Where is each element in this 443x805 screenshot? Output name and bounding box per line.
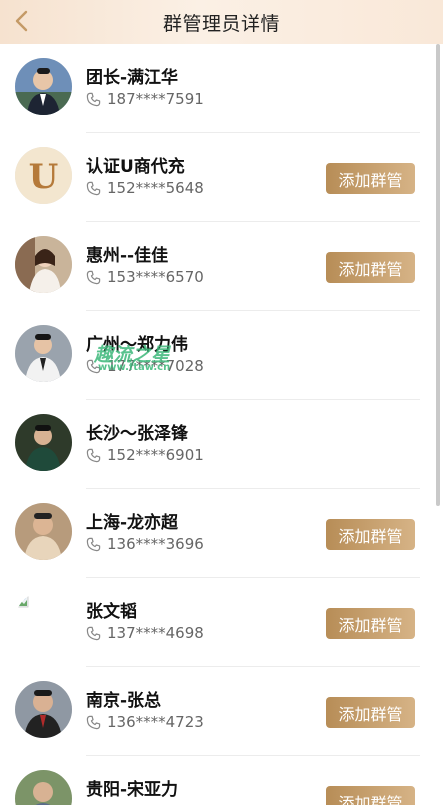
page-title: 群管理员详情 bbox=[162, 12, 280, 35]
top-nav-bar: 群管理员详情 bbox=[0, 0, 443, 44]
phone-number: 152****5648 bbox=[107, 179, 204, 197]
scrollbar-thumb[interactable] bbox=[436, 44, 440, 506]
list-item: 团长-满江华 187****7591 bbox=[0, 44, 430, 133]
member-name: 张文韬 bbox=[86, 602, 137, 622]
back-button[interactable] bbox=[8, 7, 36, 35]
phone-icon bbox=[86, 537, 101, 551]
chevron-left-icon bbox=[15, 10, 28, 32]
phone-icon bbox=[86, 92, 101, 106]
avatar: U bbox=[15, 147, 72, 204]
add-admin-button[interactable]: 添加群管 bbox=[326, 786, 415, 805]
member-name: 南京-张总 bbox=[86, 691, 162, 711]
admin-list: 团长-满江华 187****7591 U 认证U商代充 152****5648 … bbox=[0, 44, 443, 805]
phone-icon bbox=[86, 359, 101, 373]
member-phone: 152****6901 bbox=[86, 446, 204, 464]
add-admin-button[interactable]: 添加群管 bbox=[326, 163, 415, 194]
member-phone: 136****4723 bbox=[86, 713, 204, 731]
list-item: 广州～郑力伟 177****7028 bbox=[0, 311, 430, 400]
phone-number: 136****4723 bbox=[107, 713, 204, 731]
avatar bbox=[15, 592, 72, 649]
add-admin-button[interactable]: 添加群管 bbox=[326, 697, 415, 728]
phone-number: 153****6570 bbox=[107, 268, 204, 286]
list-item: 贵阳-宋亚力 添加群管 bbox=[0, 756, 430, 805]
list-item: 上海-龙亦超 136****3696 添加群管 bbox=[0, 489, 430, 578]
phone-icon bbox=[86, 626, 101, 640]
list-item: 长沙～张泽锋 152****6901 bbox=[0, 400, 430, 489]
list-item: 张文韬 137****4698 添加群管 bbox=[0, 578, 430, 667]
member-name: 惠州--佳佳 bbox=[86, 246, 169, 266]
add-admin-button[interactable]: 添加群管 bbox=[326, 519, 415, 550]
avatar bbox=[15, 58, 72, 115]
member-name: 长沙～张泽锋 bbox=[86, 424, 188, 444]
member-phone: 187****7591 bbox=[86, 90, 204, 108]
list-item: U 认证U商代充 152****5648 添加群管 bbox=[0, 133, 430, 222]
member-phone: 137****4698 bbox=[86, 624, 204, 642]
member-name: 团长-满江华 bbox=[86, 68, 179, 88]
phone-icon bbox=[86, 448, 101, 462]
phone-icon bbox=[86, 270, 101, 284]
list-item: 南京-张总 136****4723 添加群管 bbox=[0, 667, 430, 756]
member-name: 广州～郑力伟 bbox=[86, 335, 188, 355]
avatar bbox=[15, 236, 72, 293]
member-phone: 136****3696 bbox=[86, 535, 204, 553]
add-admin-button[interactable]: 添加群管 bbox=[326, 608, 415, 639]
avatar bbox=[15, 770, 72, 805]
member-name: 贵阳-宋亚力 bbox=[86, 780, 179, 800]
member-phone: 153****6570 bbox=[86, 268, 204, 286]
avatar bbox=[15, 503, 72, 560]
phone-number: 136****3696 bbox=[107, 535, 204, 553]
phone-icon bbox=[86, 715, 101, 729]
phone-number: 177****7028 bbox=[107, 357, 204, 375]
member-name: 认证U商代充 bbox=[86, 157, 185, 177]
phone-number: 187****7591 bbox=[107, 90, 204, 108]
member-phone: 177****7028 bbox=[86, 357, 204, 375]
avatar bbox=[15, 681, 72, 738]
avatar bbox=[15, 325, 72, 382]
add-admin-button[interactable]: 添加群管 bbox=[326, 252, 415, 283]
member-name: 上海-龙亦超 bbox=[86, 513, 179, 533]
phone-number: 152****6901 bbox=[107, 446, 204, 464]
phone-icon bbox=[86, 181, 101, 195]
avatar bbox=[15, 414, 72, 471]
svg-text:U: U bbox=[29, 157, 59, 197]
phone-number: 137****4698 bbox=[107, 624, 204, 642]
member-phone: 152****5648 bbox=[86, 179, 204, 197]
list-item: 惠州--佳佳 153****6570 添加群管 bbox=[0, 222, 430, 311]
